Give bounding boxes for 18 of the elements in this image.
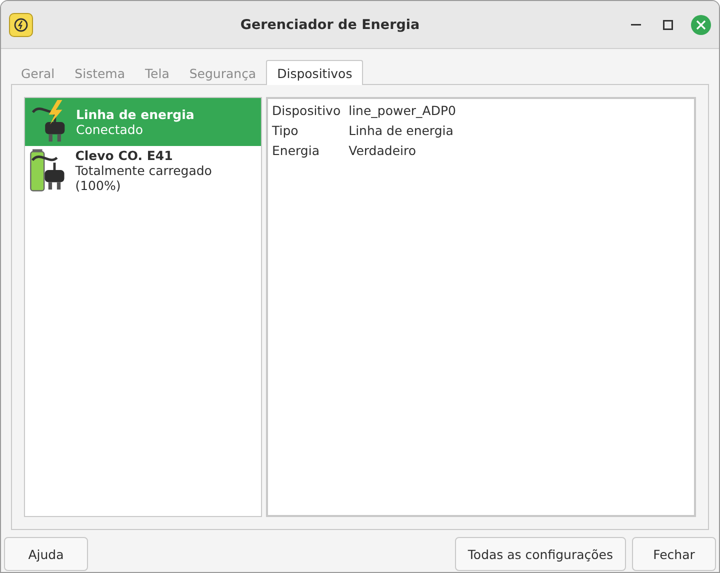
dialog-button[interactable]: Todas as configurações <box>454 537 626 571</box>
close-icon[interactable] <box>691 14 711 34</box>
device-status: Conectado <box>76 122 144 137</box>
tab[interactable]: Dispositivos <box>266 60 364 85</box>
detail-label: Energia <box>272 143 320 158</box>
detail-label: Tipo <box>272 123 300 138</box>
dialog-button[interactable]: Fechar <box>632 537 716 571</box>
detail-value: Verdadeiro <box>348 143 418 158</box>
device-status: Totalmente carregado (100%) <box>75 162 212 192</box>
detail-value: Linha de energia <box>348 123 454 138</box>
help-button[interactable]: Ajuda <box>4 537 88 571</box>
detail-value: line_power_ADP0 <box>348 103 457 118</box>
device-item[interactable]: Clevo CO. E41 Totalmente carregado (100%) <box>25 146 261 194</box>
device-name: Clevo CO. E41 <box>75 148 174 162</box>
power-app-icon <box>9 12 33 36</box>
detail-label: Dispositivo <box>272 103 341 118</box>
device-name: Linha de energia <box>76 107 194 122</box>
window-title: Gerenciador de Energia <box>239 16 421 32</box>
